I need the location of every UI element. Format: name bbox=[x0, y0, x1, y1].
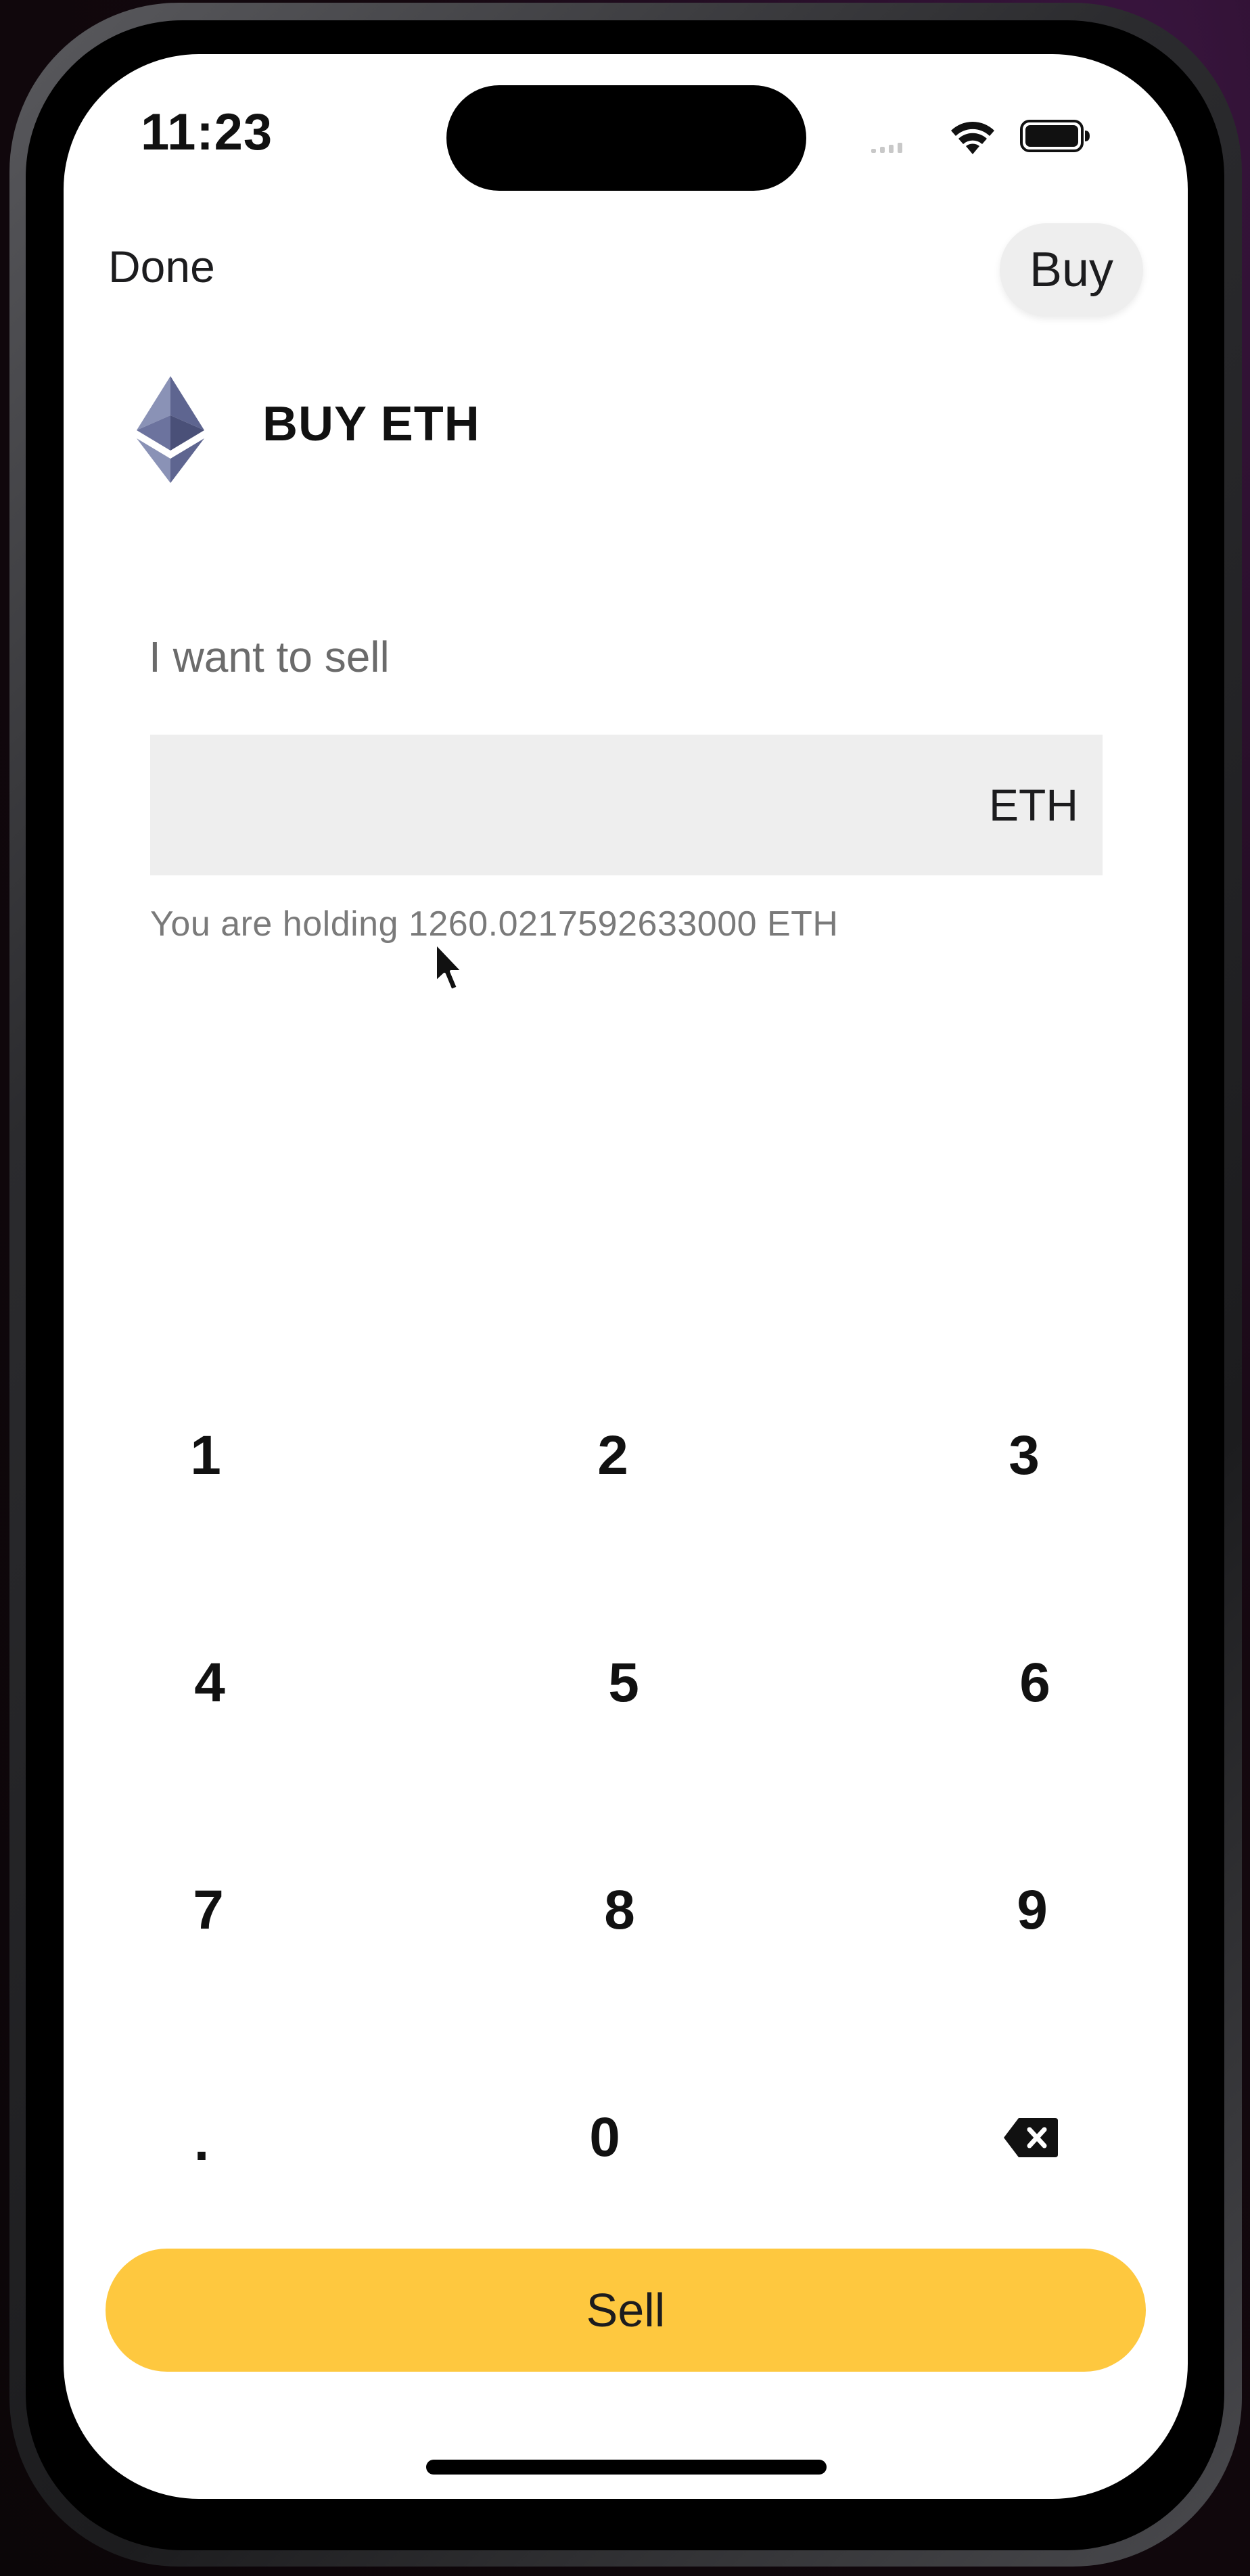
done-button[interactable]: Done bbox=[108, 241, 215, 292]
keypad-key-7[interactable]: 7 bbox=[107, 1843, 310, 1978]
keypad-key-2[interactable]: 2 bbox=[511, 1388, 714, 1523]
mouse-pointer-icon bbox=[434, 942, 464, 992]
amount-field: ETH bbox=[150, 735, 1103, 877]
keypad-key-9[interactable]: 9 bbox=[931, 1843, 1134, 1978]
home-indicator bbox=[426, 2460, 827, 2475]
currency-suffix: ETH bbox=[989, 780, 1078, 830]
sell-amount-label: I want to sell bbox=[149, 632, 390, 681]
backspace-icon bbox=[1004, 2118, 1058, 2157]
wifi-icon bbox=[951, 122, 994, 154]
keypad-key-5[interactable]: 5 bbox=[522, 1615, 725, 1751]
cellular-signal-icon bbox=[871, 142, 902, 153]
amount-input[interactable] bbox=[177, 735, 924, 877]
buy-button[interactable]: Buy bbox=[1000, 223, 1143, 317]
holding-balance-text: You are holding 1260.0217592633000 ETH bbox=[150, 904, 839, 944]
page-title: BUY ETH bbox=[262, 397, 480, 451]
ethereum-logo-icon bbox=[137, 376, 204, 483]
status-bar-time: 11:23 bbox=[141, 104, 273, 161]
keypad-key-1[interactable]: 1 bbox=[104, 1388, 307, 1523]
keypad-backspace-key[interactable] bbox=[929, 2070, 1132, 2205]
keypad-key-4[interactable]: 4 bbox=[108, 1615, 311, 1751]
keypad-key-3[interactable]: 3 bbox=[923, 1388, 1126, 1523]
sell-button[interactable]: Sell bbox=[106, 2249, 1146, 2372]
keypad-key-6[interactable]: 6 bbox=[933, 1615, 1136, 1751]
dynamic-island bbox=[446, 85, 806, 191]
keypad-key-0[interactable]: 0 bbox=[503, 2070, 706, 2205]
keypad-key-8[interactable]: 8 bbox=[518, 1843, 721, 1978]
keypad-key-decimal[interactable]: . bbox=[100, 2074, 303, 2209]
battery-icon bbox=[1020, 120, 1090, 152]
